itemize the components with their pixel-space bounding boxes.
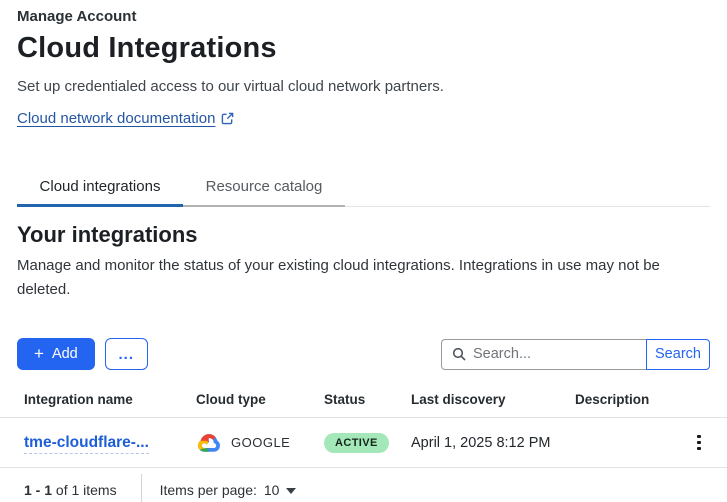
column-header-last-discovery: Last discovery [411, 392, 575, 407]
toolbar-left-group: + Add ... [17, 338, 148, 370]
search-button[interactable]: Search [646, 339, 710, 370]
search-input[interactable] [473, 346, 636, 362]
status-badge: ACTIVE [324, 433, 389, 453]
items-per-page-label: Items per page: [160, 482, 257, 498]
search-group: Search [441, 339, 710, 370]
external-link-icon [221, 112, 234, 125]
plus-icon: + [34, 345, 44, 362]
status-cell: ACTIVE [324, 433, 411, 453]
cloud-network-documentation-link[interactable]: Cloud network documentation [17, 110, 215, 127]
last-discovery-cell: April 1, 2025 8:12 PM [411, 435, 575, 451]
column-header-description: Description [575, 392, 682, 407]
pagination-divider [141, 474, 142, 502]
integration-name-cell: tme-cloudflare-... [24, 434, 196, 452]
section-heading: Your integrations [17, 222, 710, 248]
items-per-page-select[interactable]: Items per page: 10 [160, 482, 297, 498]
pagination-range: 1 - 1 of 1 items [24, 482, 117, 498]
cloud-type-label: GOOGLE [231, 435, 290, 450]
integrations-table: Integration name Cloud type Status Last … [0, 392, 727, 468]
add-button-label: Add [52, 346, 78, 362]
ellipsis-icon: ... [118, 346, 134, 363]
pagination-bar: 1 - 1 of 1 items Items per page: 10 [0, 468, 727, 502]
pagination-range-values: 1 - 1 [24, 482, 52, 498]
breadcrumb: Manage Account [17, 8, 710, 25]
chevron-down-icon [286, 488, 296, 494]
cloud-type-cell: GOOGLE [196, 432, 324, 454]
page-subtitle: Set up credentialed access to our virtua… [17, 78, 710, 95]
cloud-integrations-page: Manage Account Cloud Integrations Set up… [0, 0, 727, 502]
column-header-cloud-type: Cloud type [196, 392, 324, 407]
integration-name-link[interactable]: tme-cloudflare-... [24, 434, 149, 454]
search-icon [452, 347, 466, 361]
column-header-integration-name: Integration name [24, 392, 196, 407]
row-actions-kebab-icon[interactable] [688, 431, 710, 455]
section-description: Manage and monitor the status of your ex… [17, 254, 710, 302]
table-toolbar: + Add ... Search [17, 338, 710, 370]
page-title: Cloud Integrations [17, 32, 710, 65]
add-button[interactable]: + Add [17, 338, 95, 370]
table-row: tme-cloudflare-... GOOG [0, 418, 727, 468]
tab-bar: Cloud integrations Resource catalog [17, 171, 710, 207]
table-header-row: Integration name Cloud type Status Last … [0, 392, 727, 418]
doc-link-row: Cloud network documentation [17, 110, 710, 127]
tab-resource-catalog[interactable]: Resource catalog [183, 171, 345, 207]
items-per-page-value: 10 [264, 482, 280, 498]
pagination-range-suffix: of 1 items [56, 482, 117, 498]
tab-cloud-integrations[interactable]: Cloud integrations [17, 171, 183, 207]
search-input-box [441, 339, 646, 370]
overflow-menu-button[interactable]: ... [105, 338, 148, 370]
google-cloud-icon [196, 432, 222, 454]
column-header-status: Status [324, 392, 411, 407]
